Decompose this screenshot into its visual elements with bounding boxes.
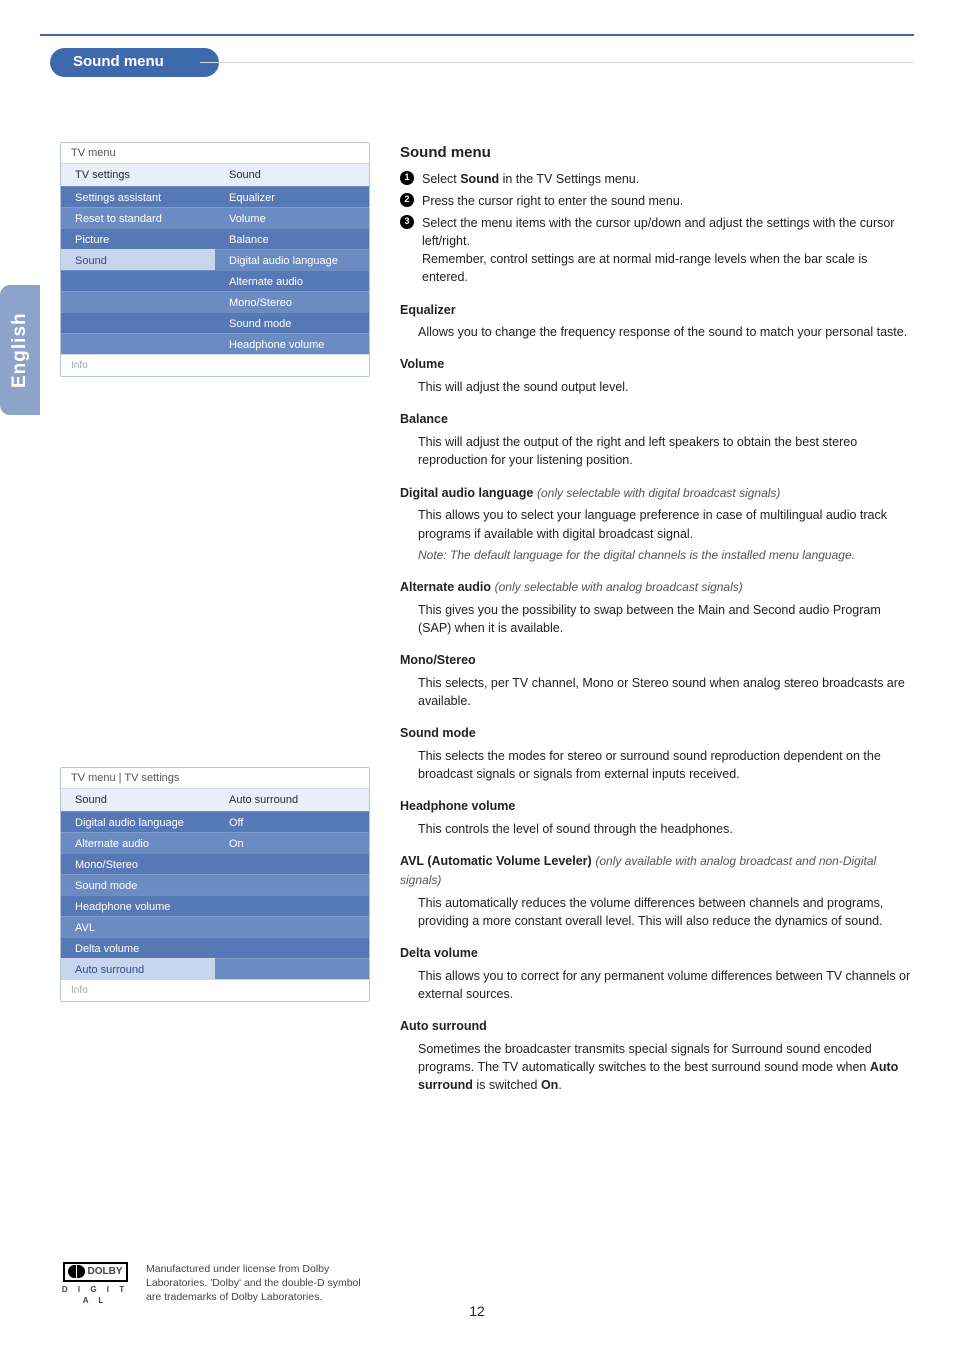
- menu-right-item: Balance: [215, 228, 369, 249]
- menu-right-item: [215, 937, 369, 958]
- step: 2 Press the cursor right to enter the sou…: [400, 192, 914, 210]
- menu-left-item: [61, 291, 215, 312]
- menu2-info: Info: [61, 979, 369, 1001]
- top-rule: [40, 34, 914, 36]
- section-title: Balance: [400, 410, 914, 429]
- menu2-title: TV menu | TV settings: [61, 768, 369, 788]
- menu-left-item: Mono/Stereo: [61, 853, 215, 874]
- section-title: Equalizer: [400, 301, 914, 320]
- menu-left-item: Auto surround: [61, 958, 215, 979]
- section-title: Sound mode: [400, 724, 914, 743]
- section-body: Sometimes the broadcaster transmits spec…: [418, 1040, 914, 1094]
- menu-left-item: Headphone volume: [61, 895, 215, 916]
- tv-menu-panel-2: TV menu | TV settings Sound Auto surroun…: [60, 767, 370, 1002]
- menu-left-item: [61, 312, 215, 333]
- step-text: Select the menu items with the cursor up…: [422, 214, 914, 287]
- double-d-icon: [68, 1265, 85, 1278]
- section-body: This automatically reduces the volume di…: [418, 894, 914, 930]
- language-tab: English: [0, 285, 40, 415]
- dolby-notice: Manufactured under license from Dolby La…: [146, 1262, 370, 1305]
- menu-left-item: Picture: [61, 228, 215, 249]
- dolby-logo: DOLBY D I G I T A L: [60, 1262, 130, 1307]
- menu-left-item: Sound mode: [61, 874, 215, 895]
- section: Mono/Stereo This selects, per TV channel,…: [400, 651, 914, 710]
- tv-menu-panel-1: TV menu TV settings Sound Settings assis…: [60, 142, 370, 377]
- content-heading: Sound menu: [400, 142, 914, 164]
- section-body: This gives you the possibility to swap b…: [418, 601, 914, 637]
- menu-left-item: [61, 270, 215, 291]
- menu-right-item: [215, 874, 369, 895]
- menu-right-item: Sound mode: [215, 312, 369, 333]
- step-text: Select Sound in the TV Settings menu.: [422, 170, 639, 188]
- menu1-info: Info: [61, 354, 369, 376]
- menu-right-item: [215, 958, 369, 979]
- menu1-left-header: TV settings: [61, 164, 215, 186]
- menu-right-item: [215, 853, 369, 874]
- section-body: Allows you to change the frequency respo…: [418, 323, 914, 341]
- page-number: 12: [0, 1303, 954, 1319]
- section: Headphone volume This controls the level …: [400, 797, 914, 838]
- menu-left-item: Alternate audio: [61, 832, 215, 853]
- section-title: Delta volume: [400, 944, 914, 963]
- section-body: This selects the modes for stereo or sur…: [418, 747, 914, 783]
- menu-left-item: Settings assistant: [61, 186, 215, 207]
- section: Delta volume This allows you to correct f…: [400, 944, 914, 1003]
- menu-right-item: Headphone volume: [215, 333, 369, 354]
- section-title: Volume: [400, 355, 914, 374]
- section: AVL (Automatic Volume Leveler) (only ava…: [400, 852, 914, 930]
- section: Digital audio language (only selectable …: [400, 484, 914, 564]
- step-number-icon: 3: [400, 215, 414, 229]
- section-body: This allows you to correct for any perma…: [418, 967, 914, 1003]
- breadcrumb: Sound menu: [50, 48, 219, 77]
- section-body: This will adjust the sound output level.: [418, 378, 914, 396]
- menu-left-item: Delta volume: [61, 937, 215, 958]
- menu-right-item: Volume: [215, 207, 369, 228]
- section-body: This controls the level of sound through…: [418, 820, 914, 838]
- menu-left-item: Reset to standard: [61, 207, 215, 228]
- menu1-title: TV menu: [61, 143, 369, 163]
- menu2-left-header: Sound: [61, 789, 215, 811]
- menu2-right-header: Auto surround: [215, 789, 369, 811]
- step-number-icon: 2: [400, 193, 414, 207]
- section-title: Alternate audio (only selectable with an…: [400, 578, 914, 597]
- section-body: This allows you to select your language …: [418, 506, 914, 542]
- menu-right-item: Equalizer: [215, 186, 369, 207]
- step: 1 Select Sound in the TV Settings menu.: [400, 170, 914, 188]
- section: Alternate audio (only selectable with an…: [400, 578, 914, 637]
- dolby-wordmark: DOLBY: [88, 1265, 123, 1279]
- menu-right-item: [215, 895, 369, 916]
- section-body: This selects, per TV channel, Mono or St…: [418, 674, 914, 710]
- section: Balance This will adjust the output of th…: [400, 410, 914, 469]
- step-number-icon: 1: [400, 171, 414, 185]
- section-title: Mono/Stereo: [400, 651, 914, 670]
- menu-right-item: Off: [215, 811, 369, 832]
- section-note: Note: The default language for the digit…: [418, 547, 914, 564]
- menu-right-item: Mono/Stereo: [215, 291, 369, 312]
- section-body: This will adjust the output of the right…: [418, 433, 914, 469]
- menu-left-item: Digital audio language: [61, 811, 215, 832]
- section-title: Digital audio language (only selectable …: [400, 484, 914, 503]
- menu1-right-header: Sound: [215, 164, 369, 186]
- menu-right-item: Digital audio language: [215, 249, 369, 270]
- section-title: Auto surround: [400, 1017, 914, 1036]
- step-text: Press the cursor right to enter the soun…: [422, 192, 683, 210]
- section-title: AVL (Automatic Volume Leveler) (only ava…: [400, 852, 914, 890]
- section-title: Headphone volume: [400, 797, 914, 816]
- menu-right-item: On: [215, 832, 369, 853]
- menu-left-item: AVL: [61, 916, 215, 937]
- section: Auto surround Sometimes the broadcaster t…: [400, 1017, 914, 1094]
- menu-right-item: Alternate audio: [215, 270, 369, 291]
- section: Sound mode This selects the modes for ste…: [400, 724, 914, 783]
- menu-right-item: [215, 916, 369, 937]
- menu-left-item: [61, 333, 215, 354]
- menu-left-item: Sound: [61, 249, 215, 270]
- dolby-block: DOLBY D I G I T A L Manufactured under l…: [60, 1262, 370, 1307]
- step: 3 Select the menu items with the cursor u…: [400, 214, 914, 287]
- section: Equalizer Allows you to change the freque…: [400, 301, 914, 342]
- section: Volume This will adjust the sound output …: [400, 355, 914, 396]
